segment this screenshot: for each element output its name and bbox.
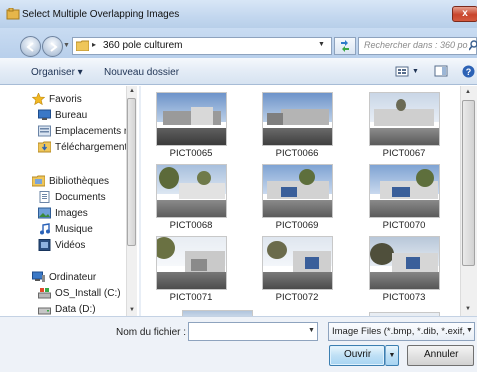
- nav-label: Bureau: [55, 110, 88, 121]
- nav-label: Vidéos: [55, 240, 86, 251]
- forward-arrow-icon: [50, 42, 58, 52]
- file-scroll-up[interactable]: ▲: [465, 89, 471, 95]
- organize-menu[interactable]: Organiser ▾: [31, 67, 83, 78]
- file-scroll-thumb[interactable]: [462, 100, 475, 266]
- address-dropdown[interactable]: ▼: [318, 41, 325, 48]
- thumbnail[interactable]: [156, 92, 227, 146]
- filename-input[interactable]: [188, 322, 318, 341]
- computer-icon: [32, 271, 45, 282]
- nav-label: Ordinateur: [49, 272, 97, 283]
- thumbnail[interactable]: [369, 164, 440, 218]
- thumbnail[interactable]: [262, 92, 333, 146]
- file-name[interactable]: PICT0072: [252, 292, 342, 303]
- navigation-pane: Favoris Bureau Emplacements ré Télécharg…: [12, 86, 138, 316]
- nav-label: Musique: [55, 224, 93, 235]
- svg-text:?: ?: [466, 67, 472, 77]
- window-title: Select Multiple Overlapping Images: [22, 9, 180, 20]
- libraries-icon: [32, 175, 45, 187]
- thumbnail[interactable]: [262, 236, 333, 290]
- file-name[interactable]: PICT0069: [252, 220, 342, 231]
- nav-label: Data (D:): [55, 304, 96, 315]
- file-name[interactable]: PICT0068: [146, 220, 236, 231]
- breadcrumb-current[interactable]: 360 pole culturem: [103, 40, 183, 51]
- file-name[interactable]: PICT0070: [359, 220, 449, 231]
- close-button[interactable]: x: [452, 6, 477, 22]
- nav-label: OS_Install (C:): [55, 288, 121, 299]
- pictures-icon: [38, 207, 51, 219]
- preview-pane-icon[interactable]: [434, 65, 448, 77]
- file-type-dropdown[interactable]: ▼: [466, 327, 473, 334]
- app-icon: [6, 8, 20, 20]
- forward-button[interactable]: [42, 36, 63, 57]
- recent-pages-dropdown[interactable]: ▼: [63, 42, 70, 49]
- thumbnail[interactable]: [156, 236, 227, 290]
- view-options-icon[interactable]: [395, 66, 409, 77]
- back-arrow-icon: [26, 42, 34, 52]
- refresh-icon: [341, 40, 349, 52]
- filename-dropdown[interactable]: ▼: [308, 327, 315, 334]
- pane-divider[interactable]: [139, 86, 141, 316]
- desktop-icon: [38, 109, 51, 120]
- documents-icon: [39, 191, 50, 203]
- nav-label: Documents: [55, 192, 106, 203]
- file-name[interactable]: PICT0066: [252, 148, 342, 159]
- music-icon: [40, 223, 50, 235]
- thumbnail[interactable]: [262, 164, 333, 218]
- file-name[interactable]: PICT0065: [146, 148, 236, 159]
- file-type-value: Image Files (*.bmp, *.dib, *.exif,: [332, 326, 466, 337]
- open-button-label: Ouvrir: [344, 349, 372, 360]
- star-icon: [32, 93, 45, 105]
- drive-d-icon: [38, 307, 51, 315]
- file-name[interactable]: PICT0073: [359, 292, 449, 303]
- file-name[interactable]: PICT0067: [359, 148, 449, 159]
- new-folder-button[interactable]: Nouveau dossier: [104, 67, 179, 78]
- videos-icon: [38, 239, 51, 251]
- nav-scroll-up[interactable]: ▲: [129, 88, 135, 94]
- nav-scroll-thumb[interactable]: [127, 98, 136, 246]
- nav-label: Bibliothèques: [49, 176, 110, 187]
- thumbnail[interactable]: [156, 164, 227, 218]
- drive-c-icon: [38, 288, 51, 299]
- file-scroll-down[interactable]: ▼: [465, 306, 471, 312]
- downloads-icon: [38, 141, 51, 153]
- file-list: PICT0065 PICT0066 PICT0067 PICT0068 PICT…: [142, 86, 460, 316]
- breadcrumb-separator[interactable]: ▸: [92, 40, 96, 49]
- folder-icon: [76, 40, 89, 51]
- thumbnail[interactable]: [369, 92, 440, 146]
- help-icon[interactable]: ?: [462, 65, 475, 78]
- places-icon: [38, 125, 51, 137]
- cancel-button-label: Annuler: [424, 349, 459, 360]
- search-icon[interactable]: [469, 40, 477, 51]
- nav-label: Emplacements ré: [55, 126, 133, 137]
- back-button[interactable]: [20, 36, 41, 57]
- thumbnail[interactable]: [369, 236, 440, 290]
- file-name[interactable]: PICT0071: [146, 292, 236, 303]
- nav-scroll-down[interactable]: ▼: [129, 307, 135, 313]
- nav-label: Téléchargements: [55, 142, 133, 153]
- nav-label: Favoris: [49, 94, 82, 105]
- refresh-button[interactable]: [334, 37, 356, 55]
- filename-label: Nom du fichier :: [116, 327, 187, 338]
- nav-label: Images: [55, 208, 88, 219]
- open-options-dropdown[interactable]: ▼: [385, 345, 399, 366]
- view-dropdown[interactable]: ▼: [412, 68, 419, 75]
- search-placeholder: Rechercher dans : 360 pole cult...: [364, 40, 468, 50]
